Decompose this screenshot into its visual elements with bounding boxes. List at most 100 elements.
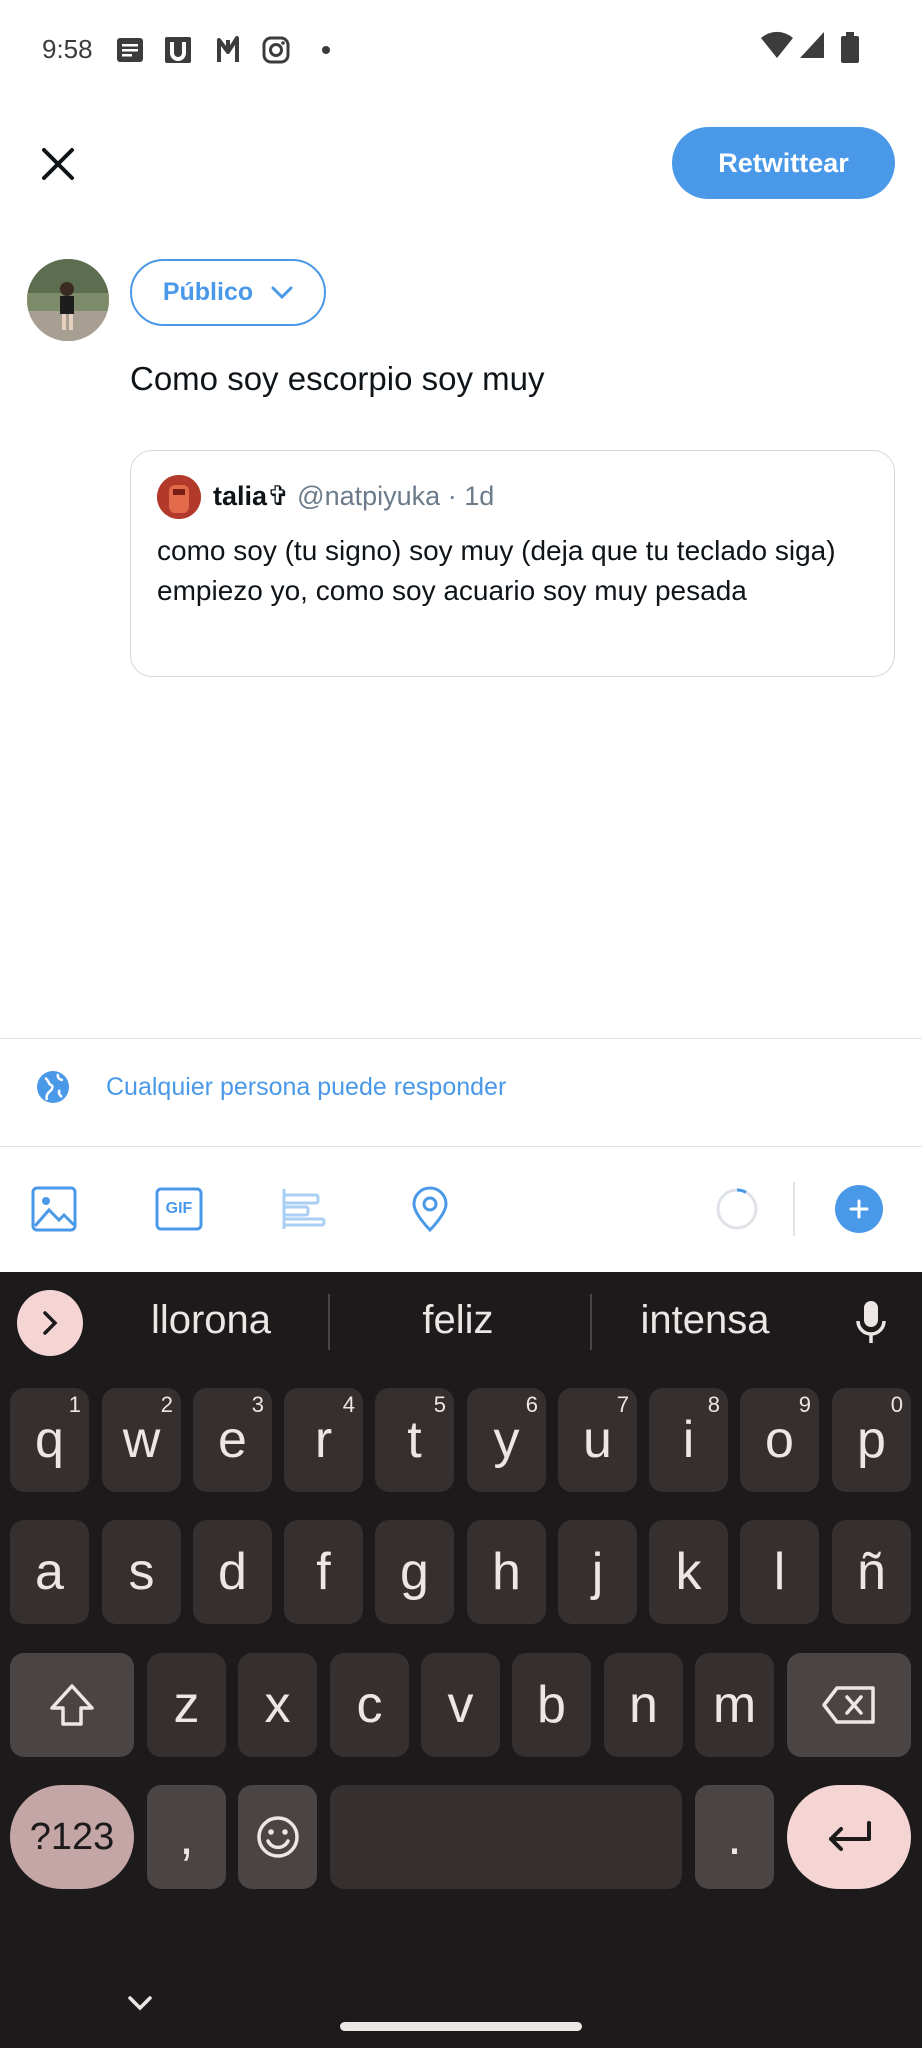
enter-key[interactable] bbox=[787, 1785, 911, 1889]
key-c[interactable]: c bbox=[330, 1653, 409, 1757]
microphone-icon bbox=[856, 1301, 886, 1343]
audience-selector[interactable]: Público bbox=[130, 259, 326, 326]
add-poll-button[interactable] bbox=[278, 1183, 330, 1235]
notes-icon bbox=[114, 34, 146, 66]
key-label: w bbox=[122, 1411, 161, 1469]
key-hint: 8 bbox=[707, 1392, 720, 1417]
n-app-icon bbox=[212, 34, 244, 66]
keyboard: llorona feliz intensa q1 w2 e3 r4 t5 y6 … bbox=[0, 1272, 922, 2048]
quote-header: talia✞ @natpiyuka · 1d bbox=[213, 481, 494, 512]
key-hint: 6 bbox=[525, 1392, 538, 1417]
key-v[interactable]: v bbox=[421, 1653, 500, 1757]
period-key[interactable]: . bbox=[695, 1785, 774, 1889]
reply-setting-button[interactable]: Cualquier persona puede responder bbox=[36, 1070, 506, 1104]
key-w[interactable]: w2 bbox=[102, 1388, 181, 1492]
key-f[interactable]: f bbox=[284, 1520, 363, 1624]
quote-body-line: empiezo yo, como soy acuario soy muy pes… bbox=[157, 575, 747, 606]
key-hint: 0 bbox=[890, 1392, 903, 1417]
key-label: t bbox=[407, 1411, 422, 1469]
key-label: u bbox=[583, 1411, 612, 1469]
plus-icon bbox=[849, 1199, 869, 1219]
key-hint: 2 bbox=[160, 1392, 173, 1417]
key-o[interactable]: o9 bbox=[740, 1388, 819, 1492]
quote-body-line: como soy (tu signo) soy muy (deja que tu… bbox=[157, 535, 836, 566]
shift-icon bbox=[50, 1684, 94, 1726]
divider bbox=[0, 1146, 922, 1147]
quote-body: como soy (tu signo) soy muy (deja que tu… bbox=[157, 531, 877, 611]
emoji-key[interactable] bbox=[238, 1785, 317, 1889]
gesture-nav-handle[interactable] bbox=[340, 2022, 582, 2031]
key-x[interactable]: x bbox=[238, 1653, 317, 1757]
key-a[interactable]: a bbox=[10, 1520, 89, 1624]
key-j[interactable]: j bbox=[558, 1520, 637, 1624]
key-z[interactable]: z bbox=[147, 1653, 226, 1757]
dot-icon bbox=[310, 34, 342, 66]
key-b[interactable]: b bbox=[512, 1653, 591, 1757]
symbols-key[interactable]: ?123 bbox=[10, 1785, 134, 1889]
backspace-icon bbox=[822, 1686, 875, 1724]
location-icon bbox=[412, 1186, 448, 1232]
suggestion-item[interactable]: intensa bbox=[590, 1298, 820, 1343]
space-key[interactable] bbox=[330, 1785, 682, 1889]
close-button[interactable] bbox=[38, 138, 78, 190]
avatar[interactable] bbox=[27, 259, 109, 341]
key-t[interactable]: t5 bbox=[375, 1388, 454, 1492]
key-hint: 4 bbox=[342, 1392, 355, 1417]
key-hint: 7 bbox=[616, 1392, 629, 1417]
add-thread-button[interactable] bbox=[835, 1185, 883, 1233]
key-hint: 9 bbox=[798, 1392, 811, 1417]
comma-key[interactable]: , bbox=[147, 1785, 226, 1889]
shift-key[interactable] bbox=[10, 1653, 134, 1757]
suggestion-expand-button[interactable] bbox=[17, 1290, 83, 1356]
suggestion-bar: llorona feliz intensa bbox=[0, 1272, 922, 1368]
hide-keyboard-button[interactable] bbox=[120, 1988, 160, 2018]
image-icon bbox=[31, 1186, 77, 1232]
key-l[interactable]: l bbox=[740, 1520, 819, 1624]
battery-icon bbox=[840, 32, 860, 69]
suggestion-item[interactable]: feliz bbox=[343, 1298, 573, 1343]
key-r[interactable]: r4 bbox=[284, 1388, 363, 1492]
key-u[interactable]: u7 bbox=[558, 1388, 637, 1492]
key-q[interactable]: q1 bbox=[10, 1388, 89, 1492]
key-n-tilde[interactable]: ñ bbox=[832, 1520, 911, 1624]
key-p[interactable]: p0 bbox=[832, 1388, 911, 1492]
divider bbox=[0, 1038, 922, 1039]
chevron-down-icon bbox=[271, 286, 293, 299]
character-progress-ring bbox=[716, 1188, 758, 1230]
backspace-key[interactable] bbox=[787, 1653, 911, 1757]
status-time: 9:58 bbox=[42, 34, 93, 64]
quoted-tweet-card[interactable]: talia✞ @natpiyuka · 1d como soy (tu sign… bbox=[130, 450, 895, 677]
key-d[interactable]: d bbox=[193, 1520, 272, 1624]
key-y[interactable]: y6 bbox=[467, 1388, 546, 1492]
key-label: p bbox=[857, 1411, 886, 1469]
retweet-button[interactable]: Retwittear bbox=[672, 127, 895, 199]
key-g[interactable]: g bbox=[375, 1520, 454, 1624]
voice-input-button[interactable] bbox=[845, 1296, 897, 1348]
key-label: i bbox=[682, 1411, 695, 1469]
suggestion-separator bbox=[328, 1294, 330, 1350]
key-h[interactable]: h bbox=[467, 1520, 546, 1624]
add-location-button[interactable] bbox=[404, 1183, 456, 1235]
chevron-right-icon bbox=[43, 1311, 58, 1335]
key-label: r bbox=[314, 1411, 333, 1469]
key-s[interactable]: s bbox=[102, 1520, 181, 1624]
chevron-down-icon bbox=[128, 1996, 152, 2011]
close-icon bbox=[42, 148, 74, 180]
instagram-icon bbox=[260, 34, 292, 66]
key-label: e bbox=[218, 1411, 247, 1469]
key-k[interactable]: k bbox=[649, 1520, 728, 1624]
key-e[interactable]: e3 bbox=[193, 1388, 272, 1492]
tweet-text-input[interactable]: Como soy escorpio soy muy bbox=[130, 360, 544, 398]
key-label: q bbox=[35, 1411, 64, 1469]
character-progress bbox=[711, 1183, 763, 1235]
audience-label: Público bbox=[162, 278, 254, 306]
wifi-icon bbox=[760, 30, 794, 65]
key-hint: 5 bbox=[433, 1392, 446, 1417]
add-image-button[interactable] bbox=[28, 1183, 80, 1235]
key-i[interactable]: i8 bbox=[649, 1388, 728, 1492]
cellular-signal-icon bbox=[798, 30, 826, 65]
key-m[interactable]: m bbox=[695, 1653, 774, 1757]
suggestion-item[interactable]: llorona bbox=[96, 1298, 326, 1343]
add-gif-button[interactable]: GIF bbox=[153, 1183, 205, 1235]
key-n[interactable]: n bbox=[604, 1653, 683, 1757]
